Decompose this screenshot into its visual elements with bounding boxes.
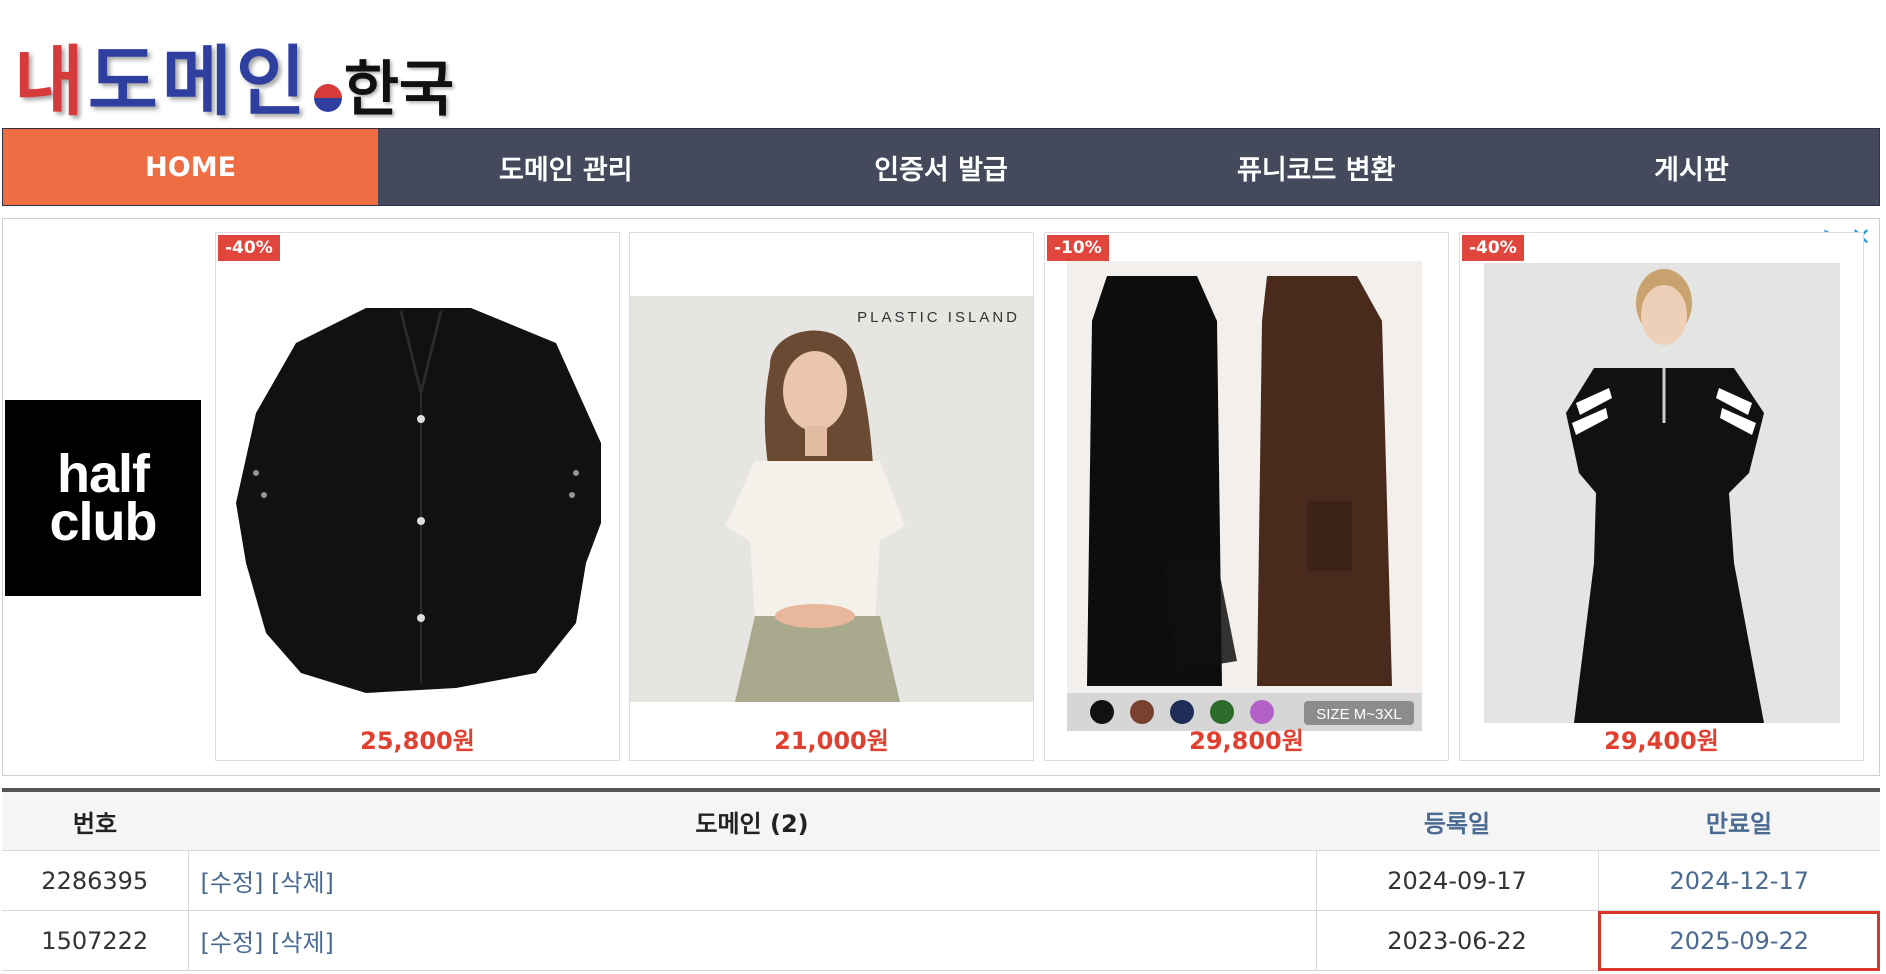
product-image: PLASTIC ISLAND xyxy=(630,296,1033,702)
column-header-number: 번호 xyxy=(2,790,188,851)
product-price: 29,400원 xyxy=(1604,727,1719,755)
row-actions: [수정] [삭제] xyxy=(187,850,1316,911)
row-registered-date: 2023-06-22 xyxy=(1315,910,1598,971)
product-photo-text: PLASTIC ISLAND xyxy=(857,309,1020,326)
product-price: 25,800원 xyxy=(360,727,475,755)
delete-link[interactable]: [삭제] xyxy=(271,929,334,957)
taegeuk-dot-icon xyxy=(313,84,342,112)
delete-link[interactable]: [삭제] xyxy=(271,869,334,897)
row-expiry-date-highlighted: 2025-09-22 xyxy=(1597,910,1880,971)
nav-home[interactable]: HOME xyxy=(3,129,379,205)
table-row: 2286395 [수정] [삭제] 2024-09-17 2024-12-17 xyxy=(2,850,1880,911)
domain-table: 번호 도메인 (2) 등록일 만료일 2286395 [수정] [삭제] 202… xyxy=(2,788,1880,971)
row-registered-date: 2024-09-17 xyxy=(1315,850,1598,911)
logo-text: 내도메인 xyxy=(14,44,310,120)
nav-domain-management[interactable]: 도메인 관리 xyxy=(378,129,753,205)
discount-badge: -10% xyxy=(1047,235,1109,261)
row-actions: [수정] [삭제] xyxy=(187,910,1316,971)
product-card[interactable]: PLASTIC ISLAND 21,000원 xyxy=(629,232,1034,761)
column-header-domain: 도메인 (2) xyxy=(188,790,1316,851)
product-image xyxy=(1484,263,1840,723)
column-header-registered[interactable]: 등록일 xyxy=(1316,790,1598,851)
logo-chars-blue: 도메 xyxy=(87,37,236,126)
logo-char-blue: 인 xyxy=(235,37,310,126)
nav-board[interactable]: 게시판 xyxy=(1504,129,1879,205)
product-image xyxy=(216,233,619,713)
table-row: 1507222 [수정] [삭제] 2023-06-22 2025-09-22 xyxy=(2,910,1880,971)
table-header-row: 번호 도메인 (2) 등록일 만료일 xyxy=(2,790,1880,851)
product-price: 21,000원 xyxy=(774,727,889,755)
row-expiry-date: 2024-12-17 xyxy=(1597,850,1880,911)
row-number: 1507222 xyxy=(2,910,188,971)
logo-char-red: 내 xyxy=(14,37,88,126)
nav-certificate-issue[interactable]: 인증서 발급 xyxy=(753,129,1128,205)
edit-link[interactable]: [수정] xyxy=(201,929,264,957)
product-card[interactable]: -40% 25,800원 xyxy=(215,232,620,761)
ad-banner: halfclub ▷ ✕ -40% 25,800원 PLASTIC ISLAND xyxy=(2,218,1880,776)
discount-badge: -40% xyxy=(218,235,280,261)
nav-punycode-convert[interactable]: 퓨니코드 변환 xyxy=(1129,129,1504,205)
product-card[interactable]: -40% 29,400원 xyxy=(1459,232,1864,761)
edit-link[interactable]: [수정] xyxy=(201,869,264,897)
column-header-expires[interactable]: 만료일 xyxy=(1598,790,1880,851)
product-card[interactable]: -10% SIZE M~3XL 29,800원 xyxy=(1044,232,1449,761)
brand-logo-halfclub[interactable]: half club xyxy=(5,400,201,596)
main-nav: HOME 도메인 관리 인증서 발급 퓨니코드 변환 게시판 xyxy=(2,128,1880,206)
product-price: 29,800원 xyxy=(1189,727,1304,755)
row-number: 2286395 xyxy=(2,850,188,911)
discount-badge: -40% xyxy=(1462,235,1524,261)
product-image: SIZE M~3XL xyxy=(1067,261,1422,731)
site-logo[interactable]: 내도메인 한국 xyxy=(14,20,455,125)
brand-line-2: club xyxy=(49,492,157,552)
logo-korea-text: 한국 xyxy=(343,55,455,125)
